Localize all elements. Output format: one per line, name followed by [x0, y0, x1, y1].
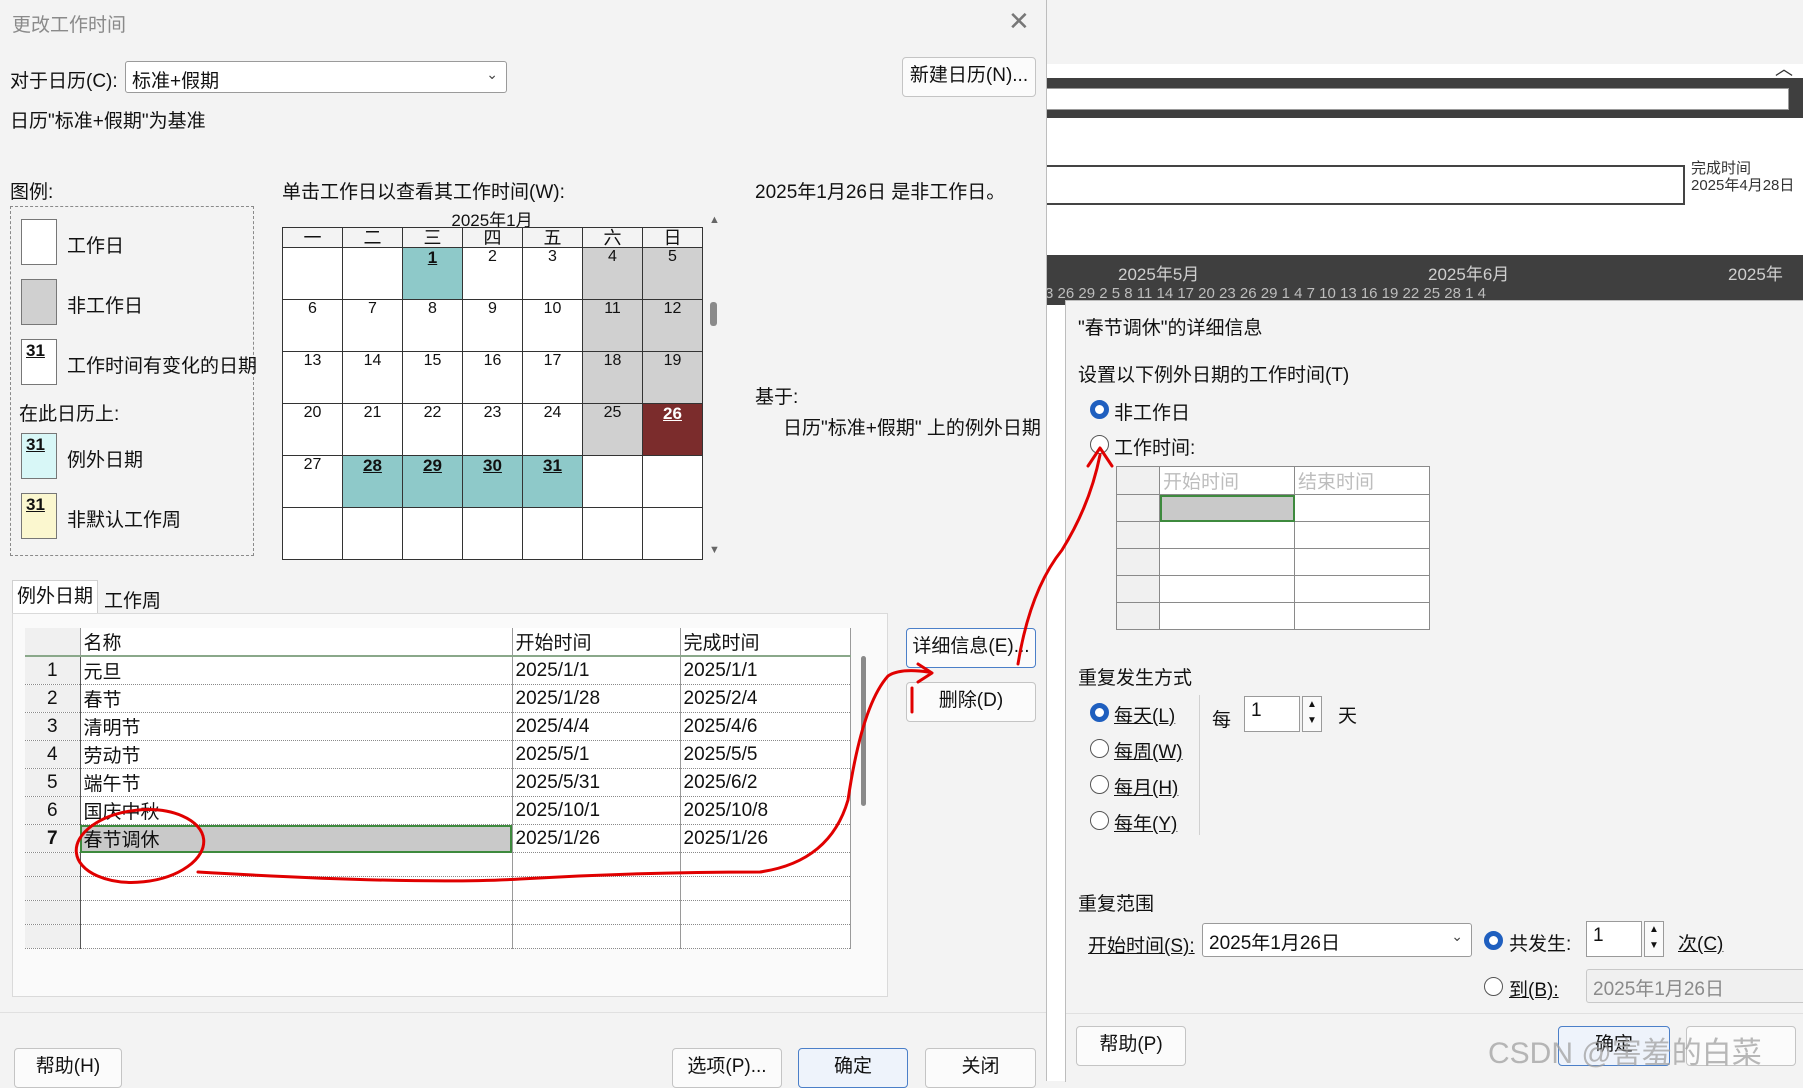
- watermark: CSDN @害羞的白菜: [1488, 1037, 1762, 1070]
- red-annotation: [74, 446, 1114, 884]
- annotation-arrow-line: [196, 669, 930, 883]
- annotation-arrow-line-2: [1016, 453, 1102, 666]
- annotation-circle: [74, 808, 206, 884]
